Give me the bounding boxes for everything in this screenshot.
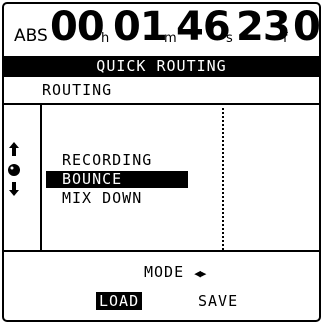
jog-dial-icon: [7, 162, 21, 182]
left-column-divider: [40, 105, 42, 250]
hours-unit: h: [101, 31, 110, 46]
down-arrow-icon: [7, 182, 21, 202]
section-title: ROUTING: [42, 81, 113, 99]
menu-item-mix-down[interactable]: MIX DOWN: [46, 190, 188, 207]
minutes-unit: m: [164, 31, 177, 46]
mode-selector[interactable]: MODE ◀▶: [144, 263, 206, 281]
load-button[interactable]: LOAD: [96, 292, 143, 310]
divider-top: [4, 103, 319, 105]
timecode-frames: 23: [236, 4, 291, 50]
timecode-hours: 00: [50, 4, 105, 50]
menu-item-recording[interactable]: RECORDING: [46, 152, 188, 169]
menu-item-bounce[interactable]: BOUNCE: [46, 171, 188, 188]
left-right-arrows-icon: ◀▶: [194, 267, 206, 280]
timecode-minutes: 01: [113, 4, 168, 50]
mode-label: MODE: [144, 263, 185, 281]
frames-unit: f: [283, 31, 288, 46]
lcd-screen: ABS 00 h 01 m 46 s 23 f 0 QUICK ROUTING …: [2, 2, 321, 322]
seconds-unit: s: [226, 31, 233, 46]
timecode-seconds: 46: [176, 4, 231, 50]
up-arrow-icon: [7, 142, 21, 162]
abs-label: ABS: [14, 26, 48, 46]
screen-title: QUICK ROUTING: [4, 56, 319, 77]
divider-bottom: [4, 250, 319, 252]
navigation-icons: [7, 142, 21, 202]
dotted-column-divider: [222, 108, 224, 250]
save-button[interactable]: SAVE: [195, 292, 241, 310]
timecode-subframe: 0: [293, 4, 320, 50]
timecode-display: ABS 00 h 01 m 46 s 23 f 0: [4, 4, 319, 56]
